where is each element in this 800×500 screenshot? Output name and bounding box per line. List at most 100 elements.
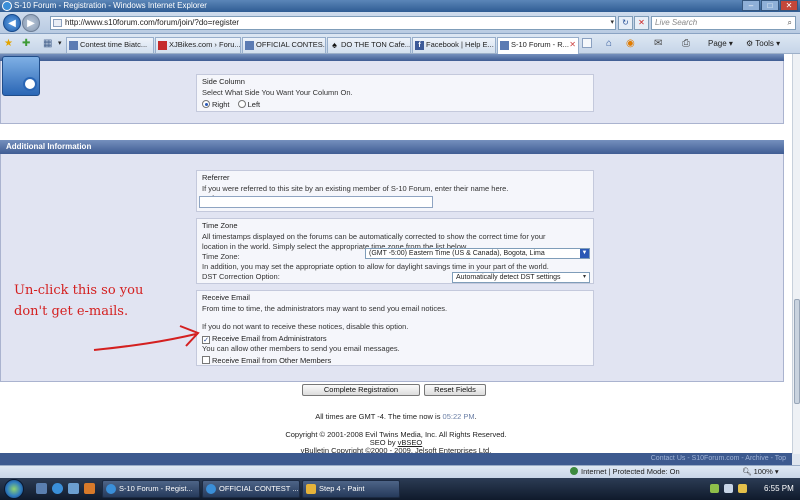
- tabs-toolbar: ★ ✚ ▦ ▾ Contest time Biatc... XJBikes.co…: [0, 34, 800, 54]
- tab-3[interactable]: ♠ DO THE TON Cafe...: [327, 37, 411, 53]
- minimize-button[interactable]: –: [742, 0, 760, 11]
- zoom-level[interactable]: 🔍︎ 100% ▾: [742, 466, 779, 478]
- close-tab-icon[interactable]: ✕: [569, 38, 576, 52]
- forum-favicon-icon: [500, 41, 509, 50]
- back-button[interactable]: ◀: [3, 14, 21, 32]
- admin-email-label: Receive Email from Administrators: [212, 334, 327, 343]
- tab-4[interactable]: f Facebook | Help E...: [412, 37, 496, 53]
- tab-0[interactable]: Contest time Biatc...: [66, 37, 154, 53]
- page-menu[interactable]: Page ▾: [708, 38, 733, 49]
- switch-windows-icon[interactable]: [68, 483, 79, 494]
- forum-bottom-links[interactable]: Contact Us - S10Forum.com - Archive - To…: [0, 453, 792, 465]
- ie-quicklaunch-icon[interactable]: [52, 483, 63, 494]
- tab-5-active[interactable]: S-10 Forum - R... ✕: [497, 37, 579, 54]
- start-button[interactable]: [4, 479, 24, 499]
- window-controls: – □ ✕: [741, 0, 798, 11]
- receive-email-description: From time to time, the administrators ma…: [202, 304, 448, 313]
- time-zone-select[interactable]: (GMT -5:00) Eastern Time (US & Canada), …: [365, 248, 590, 259]
- facebook-favicon-icon: f: [415, 41, 424, 50]
- tab-label: S-10 Forum - R...: [511, 40, 569, 49]
- security-zone[interactable]: Internet | Protected Mode: On: [570, 466, 680, 478]
- address-input[interactable]: http://www.s10forum.com/forum/join/?do=r…: [50, 16, 616, 30]
- status-bar: Internet | Protected Mode: On 🔍︎ 100% ▾: [0, 465, 800, 478]
- required-info-header: [0, 54, 784, 61]
- scrollbar-thumb[interactable]: [794, 299, 800, 404]
- search-input[interactable]: Live Search ⌕: [651, 16, 796, 30]
- close-window-button[interactable]: ✕: [780, 0, 798, 11]
- arrow-shaft: [93, 333, 197, 351]
- tab-1[interactable]: XJBikes.com › Foru...: [155, 37, 241, 53]
- tab-label: Facebook | Help E...: [426, 40, 494, 49]
- radio-left[interactable]: [237, 100, 246, 108]
- members-email-note: You can allow other members to send you …: [202, 344, 400, 353]
- referrer-description: If you were referred to this site by an …: [202, 184, 509, 193]
- tab-label: XJBikes.com › Foru...: [169, 40, 241, 49]
- admin-email-option[interactable]: ✓ Receive Email from Administrators: [202, 334, 588, 344]
- tools-menu[interactable]: ⚙ Tools ▾: [746, 38, 780, 49]
- chevron-down-icon[interactable]: ▾: [580, 273, 589, 282]
- clock[interactable]: 6:55 PM: [764, 478, 794, 500]
- side-right-option[interactable]: Right: [202, 100, 230, 110]
- stop-button[interactable]: ✕: [634, 16, 649, 30]
- radio-left-label: Left: [247, 100, 261, 109]
- members-email-checkbox[interactable]: [202, 356, 210, 364]
- tools-menu-label: Tools: [755, 39, 774, 48]
- network-icon[interactable]: [710, 484, 719, 493]
- taskbar-item-1[interactable]: OFFICIAL CONTEST ...: [202, 480, 300, 498]
- chevron-down-icon[interactable]: ▼: [580, 249, 589, 258]
- paint-icon: [306, 484, 316, 494]
- taskbar-item-0[interactable]: S-10 Forum - Regist...: [102, 480, 200, 498]
- tab-list-dropdown-icon[interactable]: ▾: [58, 38, 62, 49]
- time-zone-description-1: All timestamps displayed on the forums c…: [202, 232, 546, 241]
- receive-email-fieldset: Receive Email From time to time, the adm…: [196, 290, 594, 366]
- notification-icon[interactable]: [738, 484, 747, 493]
- ie-logo-icon: [2, 1, 12, 11]
- complete-registration-button[interactable]: Complete Registration: [302, 384, 420, 396]
- search-placeholder: Live Search: [655, 18, 698, 27]
- times-suffix: .: [474, 412, 477, 421]
- annotation-line-1: Un-click this so you: [14, 283, 144, 298]
- dst-select[interactable]: Automatically detect DST settings ▾: [452, 272, 590, 283]
- add-favorites-icon[interactable]: ✚: [22, 38, 30, 49]
- forward-button[interactable]: ▶: [22, 14, 40, 32]
- tab-label: DO THE TON Cafe...: [341, 40, 411, 49]
- web-page: Side Column Select What Side You Want Yo…: [0, 54, 792, 454]
- tab-2[interactable]: OFFICIAL CONTES...: [242, 37, 326, 53]
- media-player-icon[interactable]: [84, 483, 95, 494]
- annotation-line-2: don't get e-mails.: [14, 304, 129, 319]
- forum-favicon-icon: [69, 41, 78, 50]
- taskbar-item-label: S-10 Forum - Regist...: [119, 484, 193, 493]
- times-prefix: All times are GMT -4. The time now is: [315, 412, 443, 421]
- chevron-down-icon[interactable]: ▾: [610, 17, 614, 29]
- time-line: All times are GMT -4. The time now is 05…: [0, 412, 792, 421]
- refresh-button[interactable]: ↻: [618, 16, 633, 30]
- show-desktop-icon[interactable]: [36, 483, 47, 494]
- radio-right[interactable]: [202, 100, 210, 108]
- print-icon[interactable]: ⎙: [682, 38, 690, 49]
- register-graphic-icon: [2, 56, 40, 96]
- new-tab-icon[interactable]: [582, 38, 592, 48]
- admin-email-checkbox[interactable]: ✓: [202, 336, 210, 344]
- search-icon[interactable]: ⌕: [788, 17, 792, 29]
- reset-fields-button[interactable]: Reset Fields: [424, 384, 486, 396]
- read-mail-icon[interactable]: ✉: [654, 38, 662, 49]
- receive-email-legend: Receive Email: [202, 293, 250, 302]
- annotation-text: Un-click this so you don't get e-mails.: [14, 280, 143, 322]
- referrer-legend: Referrer: [202, 173, 230, 182]
- home-icon[interactable]: ⌂: [606, 38, 612, 49]
- referrer-input[interactable]: [199, 196, 433, 208]
- members-email-option[interactable]: Receive Email from Other Members: [202, 356, 588, 366]
- receive-email-disable-note: If you do not want to receive these noti…: [202, 322, 409, 331]
- taskbar-item-2[interactable]: Step 4 - Paint: [302, 480, 400, 498]
- vertical-scrollbar[interactable]: [792, 54, 800, 454]
- feeds-icon[interactable]: ◉: [626, 38, 635, 49]
- tab-label: OFFICIAL CONTES...: [256, 40, 326, 49]
- maximize-button[interactable]: □: [761, 0, 779, 11]
- favorites-star-icon[interactable]: ★: [4, 38, 13, 49]
- zoom-text: 100%: [753, 467, 773, 476]
- additional-info-header: Additional Information: [0, 140, 784, 154]
- dst-value: Automatically detect DST settings: [456, 274, 561, 281]
- side-left-option[interactable]: Left: [237, 100, 261, 109]
- quick-tabs-icon[interactable]: ▦: [43, 38, 52, 49]
- volume-icon[interactable]: [724, 484, 733, 493]
